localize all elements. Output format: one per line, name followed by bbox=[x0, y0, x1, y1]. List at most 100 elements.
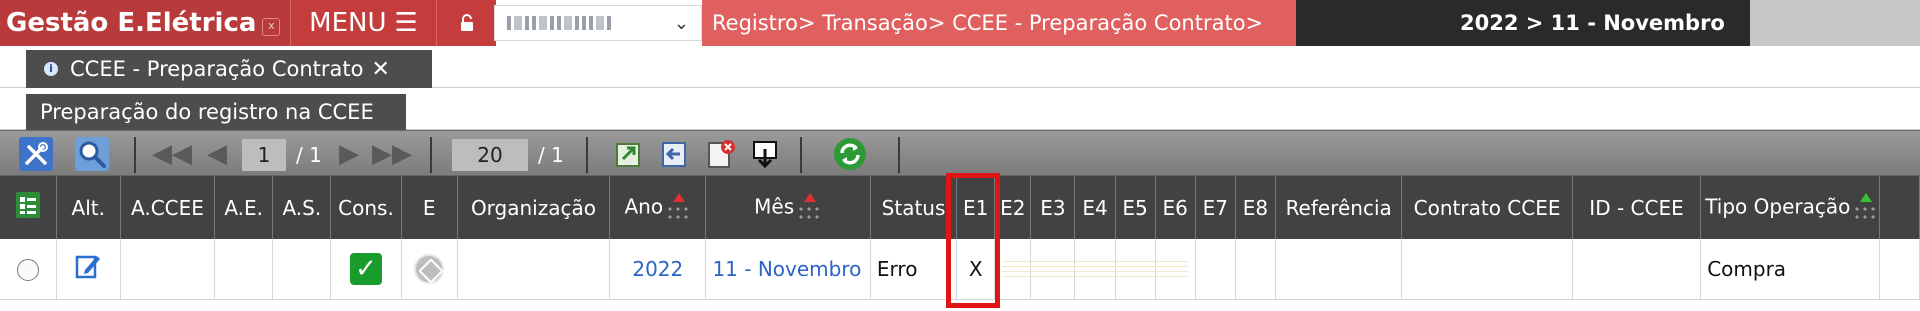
edit-cell[interactable] bbox=[56, 239, 121, 300]
search-icon bbox=[75, 137, 109, 171]
tab-ccee-preparacao[interactable]: i CCEE - Preparação Contrato ✕ bbox=[26, 50, 432, 88]
column-header-mes-label: Mês bbox=[754, 194, 795, 218]
import-icon bbox=[662, 142, 686, 167]
page-size-input[interactable]: 20 bbox=[452, 139, 528, 171]
cell-contrato-ccee bbox=[1401, 239, 1573, 300]
export-button[interactable] bbox=[612, 137, 646, 171]
section-header: Preparação do registro na CCEE bbox=[0, 88, 1920, 130]
section-title: Preparação do registro na CCEE bbox=[26, 94, 406, 130]
cell-a-ccee bbox=[120, 239, 216, 300]
toolbar-separator bbox=[586, 137, 588, 173]
check-icon[interactable]: ✓ bbox=[350, 252, 382, 285]
column-header-e8[interactable]: E8 bbox=[1235, 176, 1277, 239]
cell-e7 bbox=[1195, 239, 1236, 300]
page-total-text: / 1 bbox=[296, 143, 322, 167]
column-header-id-ccee[interactable]: ID - CCEE bbox=[1572, 176, 1702, 239]
page-size-total-text: / 1 bbox=[538, 143, 564, 167]
download-icon bbox=[753, 141, 777, 169]
column-header-e2[interactable]: E2 bbox=[994, 176, 1032, 239]
row-select-cell[interactable] bbox=[0, 239, 57, 300]
chevron-down-icon: ⌄ bbox=[673, 12, 689, 34]
tab-label: CCEE - Preparação Contrato bbox=[70, 57, 364, 81]
breadcrumb: Registro> Transação> CCEE - Preparação C… bbox=[702, 0, 1296, 46]
e1-column-highlight bbox=[946, 173, 1000, 308]
chevron-right-icon: ▶ bbox=[339, 139, 359, 169]
column-header-extra bbox=[1879, 176, 1920, 239]
column-header-a-s[interactable]: A.S. bbox=[272, 176, 332, 239]
lock-icon bbox=[460, 14, 473, 31]
column-header-e3[interactable]: E3 bbox=[1030, 176, 1076, 239]
info-icon: i bbox=[44, 62, 58, 76]
lock-button[interactable] bbox=[436, 0, 496, 46]
sort-desc-icon bbox=[1852, 192, 1878, 223]
cell-e[interactable] bbox=[401, 239, 458, 300]
cell-mes[interactable]: 11 - Novembro bbox=[705, 239, 871, 300]
hamburger-icon: ☰ bbox=[394, 8, 418, 38]
cell-status: Erro bbox=[870, 239, 958, 300]
column-header-tipo-operacao[interactable]: Tipo Operação bbox=[1700, 176, 1880, 239]
checklist-icon bbox=[15, 192, 40, 218]
column-header-e7[interactable]: E7 bbox=[1195, 176, 1236, 239]
menu-button[interactable]: MENU ☰ bbox=[290, 0, 436, 46]
cell-a-e bbox=[214, 239, 274, 300]
column-header-e6[interactable]: E6 bbox=[1155, 176, 1196, 239]
column-header-e5[interactable]: E5 bbox=[1115, 176, 1156, 239]
app-title: Gestão E.Elétrica bbox=[6, 8, 257, 38]
refresh-button[interactable] bbox=[830, 137, 870, 171]
double-chevron-left-icon: ◀◀ bbox=[152, 139, 192, 169]
toolbar-separator bbox=[430, 137, 432, 173]
column-header-e[interactable]: E bbox=[401, 176, 458, 239]
select-all-header[interactable] bbox=[0, 176, 57, 239]
column-header-contrato-ccee[interactable]: Contrato CCEE bbox=[1401, 176, 1573, 239]
print-delete-button[interactable] bbox=[704, 137, 742, 171]
tools-icon bbox=[19, 137, 53, 171]
toolbar-separator bbox=[898, 137, 900, 173]
search-button[interactable] bbox=[72, 137, 112, 171]
page-current-input[interactable]: 1 bbox=[242, 139, 286, 171]
tab-row: i CCEE - Preparação Contrato ✕ bbox=[0, 46, 1920, 88]
column-header-ano-label: Ano bbox=[624, 194, 664, 218]
cell-cons[interactable]: ✓ bbox=[330, 239, 402, 300]
period-display: 2022 > 11 - Novembro bbox=[1296, 0, 1750, 46]
faint-row-lines bbox=[1002, 261, 1188, 279]
cell-referencia bbox=[1275, 239, 1403, 300]
download-button[interactable] bbox=[748, 137, 782, 171]
cell-organizacao bbox=[457, 239, 611, 300]
column-header-organizacao[interactable]: Organização bbox=[457, 176, 611, 239]
redacted-company-name bbox=[507, 16, 611, 30]
column-header-cons[interactable]: Cons. bbox=[330, 176, 402, 239]
close-app-icon[interactable]: x bbox=[262, 18, 281, 36]
toolbar-separator bbox=[800, 137, 802, 173]
column-header-status[interactable]: Status bbox=[870, 176, 958, 239]
column-header-alt[interactable]: Alt. bbox=[56, 176, 121, 239]
last-page-button[interactable]: ▶▶ bbox=[372, 137, 412, 171]
menu-label: MENU bbox=[309, 8, 387, 38]
column-header-a-e[interactable]: A.E. bbox=[214, 176, 274, 239]
cell-id-ccee bbox=[1572, 239, 1702, 300]
export-icon bbox=[616, 143, 640, 167]
edit-icon[interactable] bbox=[74, 252, 102, 280]
cell-tipo-operacao: Compra bbox=[1700, 239, 1880, 300]
chevron-left-icon: ◀ bbox=[207, 139, 227, 169]
company-select[interactable]: ⌄ bbox=[494, 5, 702, 41]
import-button[interactable] bbox=[658, 137, 692, 171]
app-brand: Gestão E.Elétrica x bbox=[0, 0, 290, 46]
cell-a-s bbox=[272, 239, 332, 300]
close-tab-icon[interactable]: ✕ bbox=[371, 57, 389, 82]
tools-button[interactable] bbox=[16, 137, 56, 171]
status-e-icon[interactable] bbox=[414, 253, 445, 284]
sort-asc-icon bbox=[796, 192, 822, 223]
column-header-referencia[interactable]: Referência bbox=[1275, 176, 1403, 239]
column-header-mes[interactable]: Mês bbox=[705, 176, 871, 239]
first-page-button[interactable]: ◀◀ bbox=[152, 137, 192, 171]
column-header-ano[interactable]: Ano bbox=[609, 176, 707, 239]
column-header-a-ccee[interactable]: A.CCEE bbox=[120, 176, 216, 239]
next-page-button[interactable]: ▶ bbox=[336, 137, 362, 171]
sort-asc-icon bbox=[665, 192, 691, 223]
cell-e8 bbox=[1235, 239, 1277, 300]
column-header-e4[interactable]: E4 bbox=[1074, 176, 1116, 239]
row-radio[interactable] bbox=[16, 259, 39, 281]
column-header-tipo-operacao-label: Tipo Operação bbox=[1705, 194, 1851, 218]
prev-page-button[interactable]: ◀ bbox=[204, 137, 230, 171]
cell-ano[interactable]: 2022 bbox=[609, 239, 707, 300]
